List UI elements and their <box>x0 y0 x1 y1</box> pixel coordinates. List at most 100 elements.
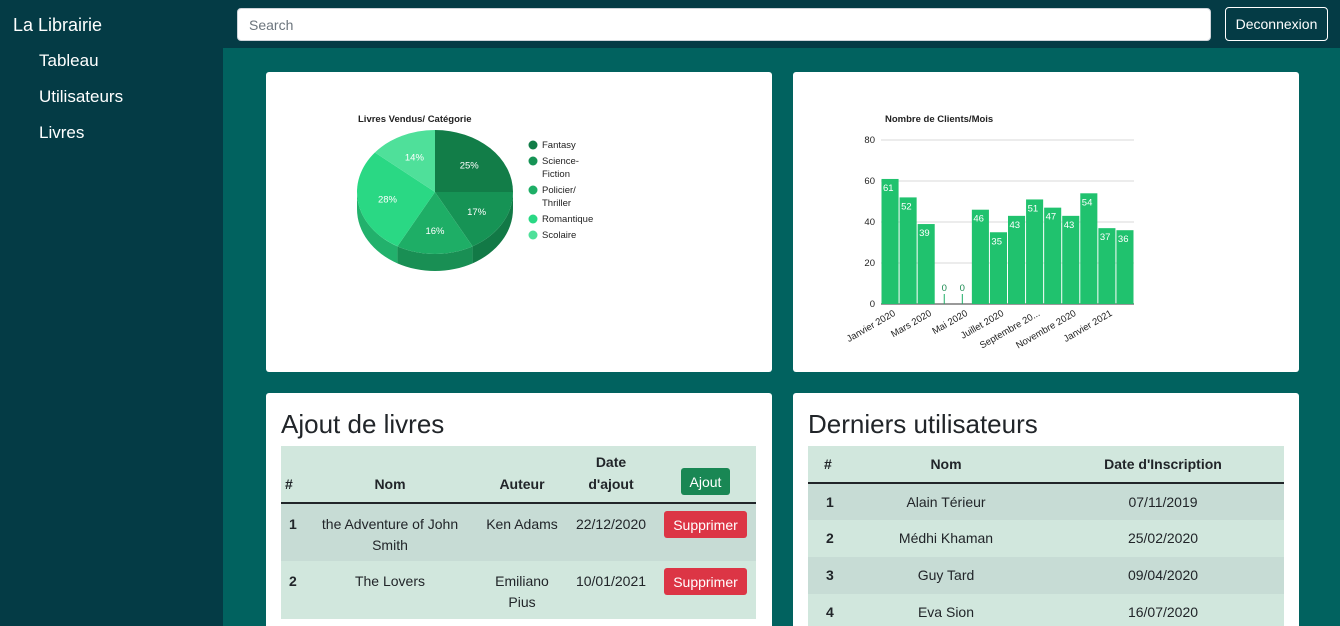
books-col-author: Auteur <box>499 476 545 492</box>
legend-label-4: Scolaire <box>542 230 576 241</box>
books-row-name: The Lovers <box>354 573 426 589</box>
books-row-date: 10/01/2021 <box>575 573 647 589</box>
books-table: # Nom Auteur Date d'ajout Ajout 1 the Ad… <box>281 446 756 619</box>
legend-swatch-4 <box>528 230 538 240</box>
users-card: Derniers utilisateurs # Nom Date d'Inscr… <box>793 393 1299 626</box>
bar-value-9: 47 <box>1046 212 1057 223</box>
users-col-name: Nom <box>930 456 962 472</box>
y-tick-80: 80 <box>864 135 875 146</box>
books-col-index: # <box>285 476 293 492</box>
y-tick-40: 40 <box>864 217 875 228</box>
pie-label-1: 17% <box>467 207 487 218</box>
books-row-author: Ken Adams <box>486 516 558 532</box>
bar-value-8: 51 <box>1028 203 1039 214</box>
bar-value-12: 37 <box>1100 232 1111 243</box>
users-card-title: Derniers utilisateurs <box>808 409 1038 439</box>
books-row-index: 1 <box>289 516 297 532</box>
x-tick-0: Janvier 2020 <box>845 308 898 345</box>
users-row-3: 3 Guy Tard 09/04/2020 <box>808 557 1284 594</box>
bar-value-0: 61 <box>883 183 894 194</box>
bar-value-3: 0 <box>942 283 947 294</box>
books-row-date: 22/12/2020 <box>575 516 647 532</box>
add-book-button[interactable]: Ajout <box>680 468 731 495</box>
legend-label-1: Science- <box>542 156 579 167</box>
books-row-index: 2 <box>289 573 297 589</box>
users-row-index: 2 <box>826 530 834 546</box>
search-input[interactable] <box>237 8 1211 41</box>
users-row-index: 1 <box>826 493 834 510</box>
books-col-date: Date d'ajout <box>567 446 655 503</box>
legend-label-2: Thriller <box>542 198 571 209</box>
users-row-date: 16/07/2020 <box>1127 604 1199 620</box>
legend-label-0: Fantasy <box>542 140 576 151</box>
users-col-index: # <box>824 456 832 472</box>
legend-label-2: Policier/ <box>542 185 576 196</box>
sidebar: La Librairie Tableau Utilisateurs Livres <box>0 0 223 626</box>
books-row-action: Supprimer <box>655 503 756 561</box>
y-tick-20: 20 <box>864 258 875 269</box>
bar-value-1: 52 <box>901 201 912 212</box>
users-row-4: 4 Eva Sion 16/07/2020 <box>808 594 1284 626</box>
y-tick-60: 60 <box>864 176 875 187</box>
pie-label-4: 14% <box>405 153 425 164</box>
pie-legend: Fantasy Science- Fiction Policier/Thriller R… <box>528 140 593 241</box>
books-col-date-line2: d'ajout <box>588 476 634 492</box>
bar-8 <box>1026 199 1044 304</box>
books-col-date-line1: Date <box>595 454 627 470</box>
users-row-date: 07/11/2019 <box>1128 493 1198 510</box>
books-card-title: Ajout de livres <box>281 409 445 439</box>
delete-book-button[interactable]: Supprimer <box>664 568 747 595</box>
delete-book-button[interactable]: Supprimer <box>664 511 747 538</box>
users-row-date: 09/04/2020 <box>1127 567 1199 583</box>
x-tick-1: Mars 2020 <box>889 308 933 340</box>
users-row-index: 4 <box>826 604 834 620</box>
legend-label-1: Fiction <box>542 169 570 180</box>
users-col-date: Date d'Inscription <box>1104 456 1222 472</box>
pie-label-0: 25% <box>460 160 480 171</box>
users-row-name: Médhi Khaman <box>898 530 994 546</box>
bar-1 <box>899 197 917 304</box>
users-row-1: 1 Alain Térieur 07/11/2019 <box>808 483 1284 520</box>
books-row-name: the Adventure of John Smith <box>321 516 459 553</box>
sidebar-item-utilisateurs[interactable]: Utilisateurs <box>39 87 123 107</box>
bar-value-7: 43 <box>1010 220 1021 231</box>
pie-chart: Livres Vendus/ Catégorie 25% 17% 16% 28% 14%… <box>357 114 593 271</box>
books-row-author: Emiliano Pius <box>495 573 549 610</box>
brand-title[interactable]: La Librairie <box>13 15 102 36</box>
books-col-name: Nom <box>374 476 406 492</box>
books-col-action: Ajout <box>655 446 756 503</box>
users-table: # Nom Date d'Inscription 1 Alain Térieur… <box>808 446 1284 626</box>
books-row-2: 2 The Lovers Emiliano Pius 10/01/2021 Su… <box>281 561 756 619</box>
books-row-1: 1 the Adventure of John Smith Ken Adams … <box>281 503 756 561</box>
users-row-date: 25/02/2020 <box>1127 530 1199 546</box>
bar-chart: Nombre de Clients/Mois 0 20 40 60 80 61 52 39 0… <box>845 114 1134 351</box>
bar-x-ticks: Janvier 2020Mars 2020Mai 2020Juillet 202… <box>845 308 1114 351</box>
books-row-action: Supprimer <box>655 561 756 619</box>
bar-11 <box>1080 193 1098 304</box>
pie-label-2: 16% <box>425 226 445 237</box>
bar-value-5: 46 <box>973 214 984 225</box>
users-row-index: 3 <box>826 567 834 583</box>
users-row-name: Eva Sion <box>917 604 975 620</box>
bar-chart-title: Nombre de Clients/Mois <box>885 114 993 125</box>
bar-value-4: 0 <box>960 283 965 294</box>
bar-value-2: 39 <box>919 228 930 239</box>
users-row-name: Alain Térieur <box>906 493 986 510</box>
bar-series <box>881 178 1134 304</box>
bar-value-11: 54 <box>1082 197 1093 208</box>
bar-0 <box>881 178 899 304</box>
sidebar-item-tableau[interactable]: Tableau <box>39 51 99 71</box>
bar-chart-card: Nombre de Clients/Mois 0 20 40 60 80 61 52 39 0… <box>793 72 1299 372</box>
legend-swatch-2 <box>528 185 538 195</box>
legend-swatch-1 <box>528 156 538 166</box>
legend-swatch-0 <box>528 140 538 150</box>
users-row-2: 2 Médhi Khaman 25/02/2020 <box>808 520 1284 557</box>
sidebar-item-livres[interactable]: Livres <box>39 123 84 143</box>
bar-value-10: 43 <box>1064 220 1075 231</box>
books-card: Ajout de livres # Nom Auteur Date d'ajou… <box>266 393 772 626</box>
bar-value-13: 36 <box>1118 234 1129 245</box>
legend-swatch-3 <box>528 214 538 224</box>
bar-value-6: 35 <box>991 236 1002 247</box>
users-row-name: Guy Tard <box>917 567 975 583</box>
logout-button[interactable]: Deconnexion <box>1225 7 1328 41</box>
